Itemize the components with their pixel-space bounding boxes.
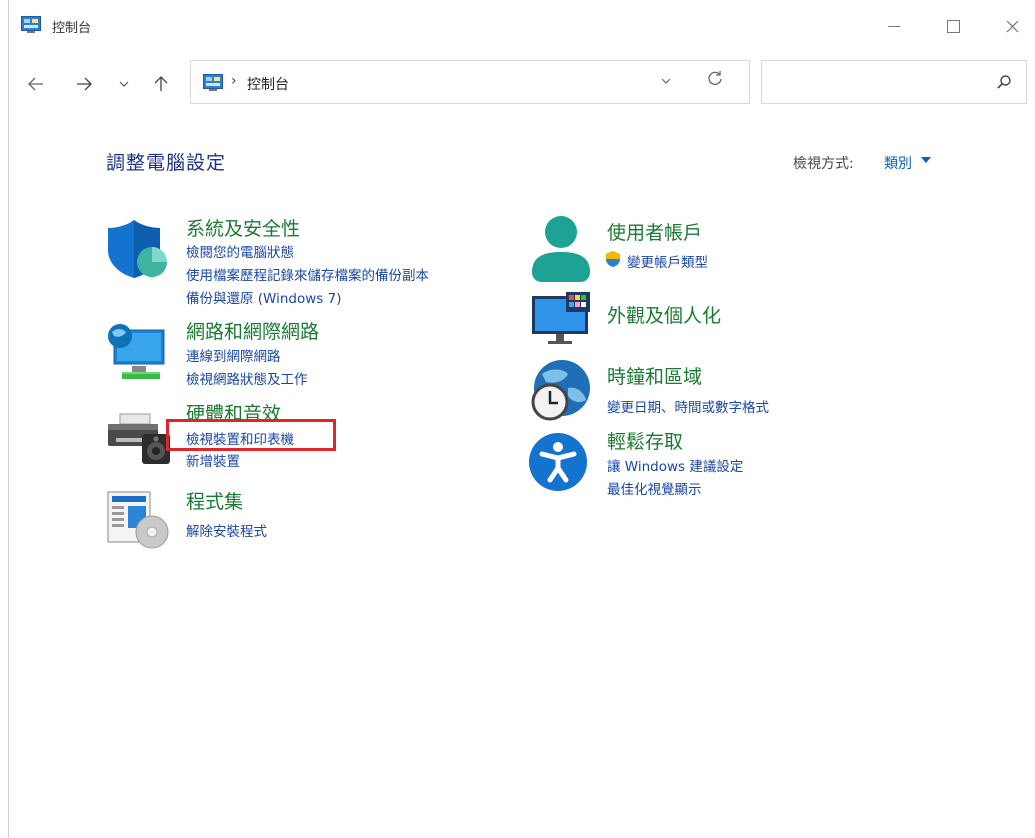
forward-button[interactable]: [70, 72, 98, 96]
link-review-computer-status[interactable]: 檢閱您的電腦狀態: [186, 241, 294, 261]
view-by-label: 檢視方式:: [793, 156, 854, 172]
link-uninstall-program[interactable]: 解除安裝程式: [186, 520, 267, 540]
search-input[interactable]: [761, 60, 1027, 104]
search-icon: [997, 75, 1011, 89]
link-change-date-time-format[interactable]: 變更日期、時間或數字格式: [607, 396, 769, 416]
link-let-windows-suggest-settings[interactable]: 讓 Windows 建議設定: [607, 455, 743, 475]
minimize-icon: [888, 25, 900, 27]
category-title-network-internet[interactable]: 網路和網際網路: [186, 317, 319, 344]
refresh-button[interactable]: [707, 70, 723, 91]
category-title-appearance-personalization[interactable]: 外觀及個人化: [607, 301, 721, 328]
category-title-ease-of-access[interactable]: 輕鬆存取: [607, 427, 683, 454]
monitor-personalization-icon[interactable]: [530, 292, 596, 348]
view-by-dropdown[interactable]: 類別: [884, 153, 912, 173]
link-optimize-visual-display[interactable]: 最佳化視覺顯示: [607, 478, 702, 498]
category-title-programs[interactable]: 程式集: [186, 487, 243, 514]
title-bar: 控制台: [9, 0, 1035, 52]
close-button[interactable]: [989, 10, 1035, 42]
link-add-device[interactable]: 新增裝置: [186, 450, 240, 470]
printer-speaker-icon[interactable]: [106, 410, 172, 466]
arrow-left-icon: [28, 77, 43, 91]
uac-shield-icon: [606, 251, 620, 267]
highlight-annotation: [166, 419, 336, 451]
link-change-account-type[interactable]: 變更帳戶類型: [627, 251, 708, 271]
back-button[interactable]: [22, 72, 50, 96]
address-dropdown-button[interactable]: [661, 73, 671, 88]
arrow-right-icon: [77, 77, 92, 91]
programs-icon[interactable]: [106, 490, 170, 550]
shield-icon[interactable]: [106, 218, 170, 280]
network-globe-icon[interactable]: [106, 320, 170, 382]
recent-locations-button[interactable]: [110, 72, 138, 96]
maximize-button[interactable]: [930, 10, 976, 42]
page-title: 調整電腦設定: [106, 152, 227, 174]
up-button[interactable]: [147, 72, 175, 96]
minimize-button[interactable]: [871, 10, 917, 42]
breadcrumb-control-panel[interactable]: 控制台: [247, 74, 289, 94]
caret-down-icon[interactable]: [921, 157, 931, 163]
link-file-history-backup[interactable]: 使用檔案歷程記錄來儲存檔案的備份副本: [186, 264, 429, 284]
link-backup-restore-win7[interactable]: 備份與還原 (Windows 7): [186, 287, 341, 307]
window-border: [8, 0, 9, 838]
category-title-system-security[interactable]: 系統及安全性: [186, 214, 300, 241]
refresh-icon: [708, 71, 722, 85]
chevron-down-icon: [119, 81, 129, 87]
window-title: 控制台: [52, 21, 92, 36]
breadcrumb-separator[interactable]: ›: [231, 73, 237, 89]
control-panel-icon: [203, 74, 223, 91]
address-bar[interactable]: › 控制台: [190, 60, 750, 104]
accessibility-icon[interactable]: [528, 432, 588, 492]
category-title-clock-region[interactable]: 時鐘和區域: [607, 362, 702, 389]
control-panel-icon: [21, 16, 41, 33]
arrow-up-icon: [154, 76, 168, 91]
close-icon: [1006, 20, 1018, 32]
user-accounts-icon[interactable]: [528, 214, 594, 284]
maximize-icon: [946, 19, 960, 33]
link-connect-to-internet[interactable]: 連線到網際網路: [186, 345, 281, 365]
link-view-network-status[interactable]: 檢視網路狀態及工作: [186, 368, 308, 388]
clock-globe-icon[interactable]: [528, 358, 594, 424]
category-title-user-accounts[interactable]: 使用者帳戶: [607, 218, 702, 245]
chevron-down-icon: [661, 78, 671, 84]
